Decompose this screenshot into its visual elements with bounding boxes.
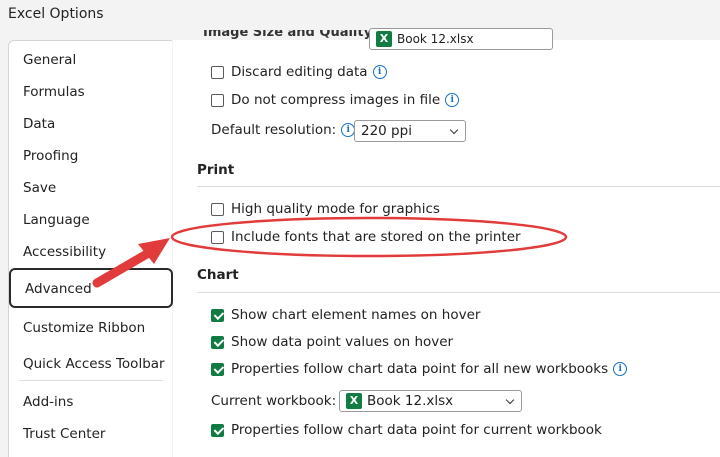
include-fonts-checkbox[interactable] [211,230,224,244]
excel-file-icon: X [346,393,362,409]
image-workbook-dropdown[interactable]: X Book 12.xlsx [369,28,553,50]
sidebar-item-save[interactable]: Save [23,177,56,199]
sidebar-item-general[interactable]: General [23,49,76,71]
props-current-row[interactable]: Properties follow chart data point for c… [211,422,602,438]
high-quality-checkbox[interactable] [211,202,224,216]
no-compress-row[interactable]: Do not compress images in file i [211,92,460,108]
sidebar-item-quick-access-toolbar[interactable]: Quick Access Toolbar [23,353,165,375]
props-current-label: Properties follow chart data point for c… [231,422,602,438]
show-names-checkbox[interactable] [211,308,224,322]
props-all-row[interactable]: Properties follow chart data point for a… [211,361,628,377]
high-quality-row[interactable]: High quality mode for graphics [211,201,440,217]
current-workbook-row: Current workbook: [211,393,336,409]
show-values-label: Show data point values on hover [231,334,454,350]
props-all-label: Properties follow chart data point for a… [231,361,609,377]
chart-section-divider [197,292,720,293]
include-fonts-row[interactable]: Include fonts that are stored on the pri… [211,229,521,245]
default-resolution-dropdown[interactable]: 220 ppi [354,120,466,142]
sidebar-item-formulas[interactable]: Formulas [23,81,85,103]
image-section-header: Image Size and Quality [203,30,373,40]
show-names-row[interactable]: Show chart element names on hover [211,307,480,323]
chevron-down-icon [449,125,459,135]
chevron-down-icon [505,395,515,405]
sidebar-item-data[interactable]: Data [23,113,55,135]
info-icon[interactable]: i [613,362,628,376]
sidebar-item-customize-ribbon[interactable]: Customize Ribbon [23,317,145,339]
sidebar-item-trust-center[interactable]: Trust Center [23,423,105,445]
props-current-checkbox[interactable] [211,423,224,437]
show-names-label: Show chart element names on hover [231,307,481,323]
discard-editing-label: Discard editing data [231,64,368,80]
discard-editing-checkbox[interactable] [211,65,224,79]
include-fonts-label: Include fonts that are stored on the pri… [231,229,521,245]
default-resolution-row: Default resolution: i [211,122,356,138]
sidebar-item-accessibility[interactable]: Accessibility [23,241,106,263]
sidebar-item-add-ins[interactable]: Add-ins [23,391,73,413]
info-icon[interactable]: i [372,65,387,79]
info-icon[interactable]: i [445,93,460,107]
chart-section-header: Chart [197,267,239,283]
high-quality-label: High quality mode for graphics [231,201,440,217]
options-main-panel: Image Size and Quality X Book 12.xlsx Di… [173,28,720,457]
print-section-header: Print [197,162,235,178]
show-values-row[interactable]: Show data point values on hover [211,334,453,350]
sidebar-item-language[interactable]: Language [23,209,90,231]
sidebar-divider [19,380,163,381]
props-all-checkbox[interactable] [211,362,224,376]
current-workbook-label: Current workbook: [211,393,337,409]
current-workbook-dropdown[interactable]: X Book 12.xlsx [339,390,522,412]
sidebar-item-proofing[interactable]: Proofing [23,145,78,167]
discard-editing-row[interactable]: Discard editing data i [211,64,387,80]
print-section-divider [197,186,720,187]
window-title: Excel Options [8,6,104,22]
options-sidebar: General Formulas Data Proofing Save Lang… [8,40,173,457]
default-resolution-label: Default resolution: [211,122,337,138]
excel-file-icon: X [376,31,392,47]
sidebar-item-advanced[interactable]: Advanced [9,268,173,308]
show-values-checkbox[interactable] [211,335,224,349]
no-compress-label: Do not compress images in file [231,92,441,108]
no-compress-checkbox[interactable] [211,93,224,107]
